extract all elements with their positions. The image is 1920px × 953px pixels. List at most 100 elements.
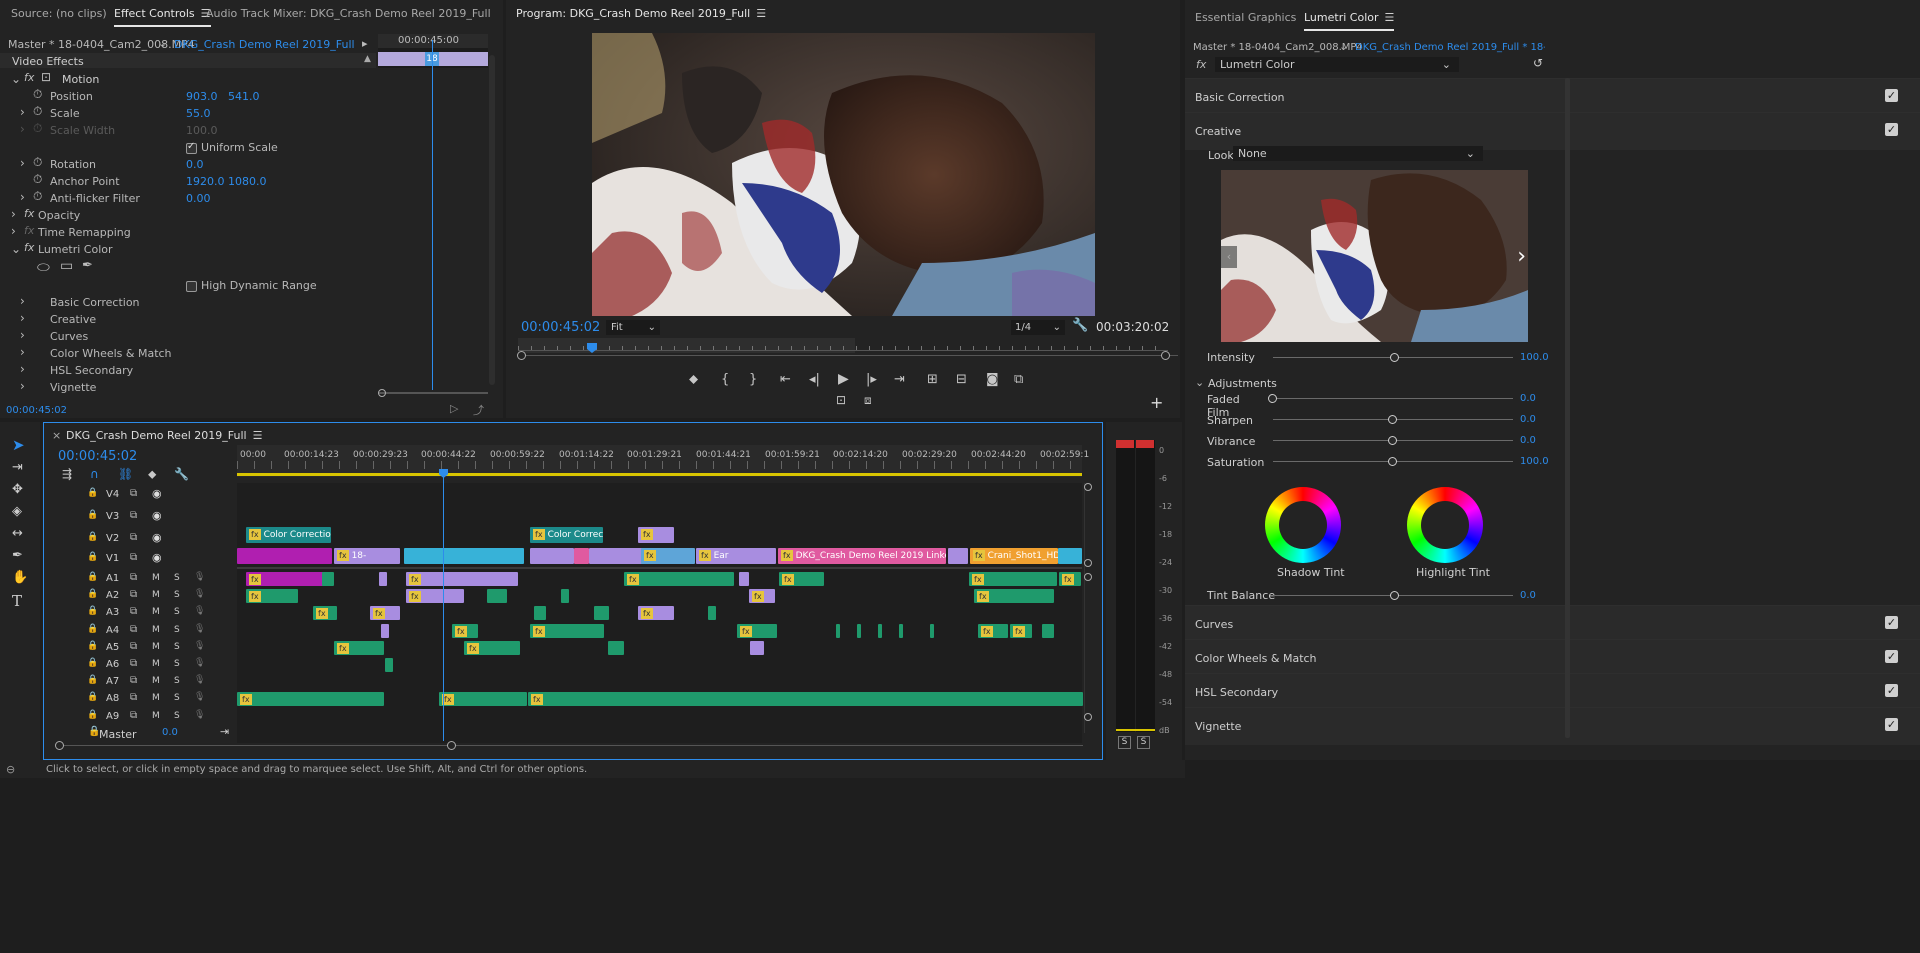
rectangle-mask-icon[interactable]: ▭ (60, 258, 73, 274)
audio-clip[interactable] (739, 572, 749, 586)
close-icon[interactable]: × (52, 429, 61, 442)
clip-v2-purple[interactable]: fx (638, 527, 674, 543)
adjustment-slider[interactable] (1273, 398, 1513, 399)
lumetri-scrollbar[interactable] (1565, 78, 1570, 738)
expand-arrow-icon[interactable]: ⌄ (11, 242, 21, 256)
audio-track-header[interactable]: 🔒 A1 ⧉ M S 🎙 (84, 571, 234, 587)
mute-button[interactable]: M (152, 607, 160, 617)
lock-icon[interactable]: 🔒 (87, 589, 98, 599)
master-volume-value[interactable]: 0.0 (162, 727, 178, 738)
mini-playhead[interactable] (432, 40, 433, 390)
audio-clip[interactable]: fx (439, 692, 527, 707)
stopwatch-icon[interactable]: ⏱ (33, 155, 42, 170)
lock-icon[interactable]: 🔒 (87, 675, 98, 685)
eye-icon[interactable]: ◉ (152, 531, 162, 544)
microphone-icon[interactable]: 🎙 (194, 606, 205, 616)
curves-section[interactable]: Curves ✓ (1185, 605, 1920, 643)
program-video-frame[interactable] (592, 33, 1095, 316)
color-wheels-checkbox[interactable]: ✓ (1885, 650, 1898, 663)
creative-checkbox[interactable]: ✓ (1885, 123, 1898, 136)
vignette-label[interactable]: Vignette (50, 381, 96, 394)
solo-button[interactable]: S (174, 642, 180, 652)
type-tool-icon[interactable]: T (12, 592, 22, 610)
expand-arrow-icon[interactable]: ⌄ (11, 72, 21, 86)
audio-clip[interactable]: fx (1059, 572, 1081, 586)
sync-lock-icon[interactable]: ⧉ (130, 488, 137, 499)
basic-correction-label[interactable]: Basic Correction (50, 296, 140, 309)
audio-clip[interactable] (385, 658, 393, 672)
add-marker-icon[interactable]: ⬥ (148, 467, 156, 482)
ripple-edit-tool-icon[interactable]: ✥ (12, 482, 23, 497)
adjustment-value[interactable]: 0.0 (1520, 414, 1536, 425)
adjustments-label[interactable]: Adjustments (1208, 377, 1277, 390)
add-button-icon[interactable]: + (1150, 393, 1163, 412)
fx-icon[interactable]: fx (24, 71, 34, 84)
expand-arrow-icon[interactable]: › (20, 345, 25, 359)
solo-button[interactable]: S (174, 590, 180, 600)
microphone-icon[interactable]: 🎙 (194, 641, 205, 651)
basic-correction-section[interactable]: Basic Correction ✓ (1185, 78, 1920, 116)
audio-track-header[interactable]: 🔒 A2 ⧉ M S 🎙 (84, 588, 234, 604)
audio-clip[interactable] (930, 623, 934, 638)
tint-balance-knob[interactable] (1390, 591, 1399, 600)
lock-icon[interactable]: 🔒 (87, 641, 98, 651)
expand-arrow-icon[interactable]: › (20, 328, 25, 342)
lumetri-sequence-label[interactable]: DKG_Crash Demo Reel 2019_Full * 18-0404.… (1355, 42, 1545, 53)
chevron-down-icon[interactable]: ⌄ (1195, 376, 1204, 389)
audio-track-header[interactable]: 🔒 A8 ⧉ M S 🎙 (84, 691, 234, 707)
solo-right-button[interactable]: S (1137, 736, 1150, 749)
tab-effect-controls[interactable]: Effect Controls ☰ (114, 7, 211, 27)
razor-tool-icon[interactable]: ◈ (12, 504, 22, 519)
clip-v1-b[interactable] (530, 548, 574, 564)
solo-button[interactable]: S (174, 607, 180, 617)
snap-icon[interactable]: ∩ (90, 467, 99, 481)
tab-essential-graphics[interactable]: Essential Graphics (1195, 11, 1296, 24)
clip-color-correction-2[interactable]: fxColor Correcti (530, 527, 603, 543)
sync-lock-icon[interactable]: ⧉ (130, 641, 137, 652)
step-back-icon[interactable]: ◂| (809, 372, 820, 387)
hsl-checkbox[interactable]: ✓ (1885, 684, 1898, 697)
slip-tool-icon[interactable]: ↔ (12, 526, 23, 541)
audio-clip[interactable] (322, 572, 334, 586)
fx-icon[interactable]: fx (24, 241, 34, 254)
selection-tool-icon[interactable]: ➤ (12, 436, 25, 454)
timeline-settings-icon[interactable]: 🔧 (174, 467, 189, 481)
lock-icon[interactable]: 🔒 (87, 552, 98, 562)
tab-audio-mixer[interactable]: Audio Track Mixer: DKG_Crash Demo Reel 2… (206, 7, 491, 20)
video-track-header[interactable]: 🔒 V2 ⧉ ◉ (84, 531, 234, 547)
master-go-icon[interactable]: ⇥ (220, 725, 229, 738)
audio-clip[interactable]: fx (246, 572, 331, 586)
audio-clip[interactable]: fx (969, 572, 1057, 586)
audio-clip[interactable]: fx (452, 623, 478, 638)
collapse-icon[interactable]: ▲ (364, 54, 371, 64)
antiflicker-value[interactable]: 0.00 (186, 192, 211, 205)
audio-clip[interactable] (750, 640, 764, 655)
expand-arrow-icon[interactable]: › (20, 294, 25, 308)
audio-clip[interactable]: fx (406, 589, 464, 604)
tab-lumetri-color[interactable]: Lumetri Color ☰ (1304, 11, 1395, 31)
timeline-zoom-bar[interactable] (58, 745, 1083, 746)
go-to-out-icon[interactable]: ⇥ (894, 372, 905, 387)
audio-clip[interactable] (878, 623, 882, 638)
hdr-checkbox[interactable]: High Dynamic Range (186, 279, 317, 292)
clip-v1-pink-small[interactable] (574, 548, 589, 564)
mute-button[interactable]: M (152, 711, 160, 721)
hand-tool-icon[interactable]: ✋ (12, 570, 28, 585)
sync-lock-icon[interactable]: ⧉ (130, 710, 137, 721)
audio-clip[interactable]: fx (638, 606, 674, 621)
pen-tool-icon[interactable]: ✒ (12, 548, 23, 563)
fx-icon[interactable]: fx (24, 207, 34, 220)
sync-lock-icon[interactable]: ⧉ (130, 532, 137, 543)
audio-clip[interactable] (561, 589, 569, 604)
stopwatch-icon[interactable]: ⏱ (33, 189, 42, 204)
audio-clip[interactable]: fx (974, 589, 1054, 604)
position-y-value[interactable]: 541.0 (228, 90, 260, 103)
timeline-ruler[interactable]: 00:00 00:00:14:23 00:00:29:23 00:00:44:22 00… (237, 445, 1089, 477)
mute-button[interactable]: M (152, 642, 160, 652)
solo-button[interactable]: S (174, 625, 180, 635)
audio-clip[interactable] (1042, 623, 1054, 638)
microphone-icon[interactable]: 🎙 (194, 675, 205, 685)
lock-icon[interactable]: 🔒 (87, 624, 98, 634)
sync-lock-icon[interactable]: ⧉ (130, 510, 137, 521)
video-track-header[interactable]: 🔒 V4 ⧉ ◉ (84, 487, 234, 503)
